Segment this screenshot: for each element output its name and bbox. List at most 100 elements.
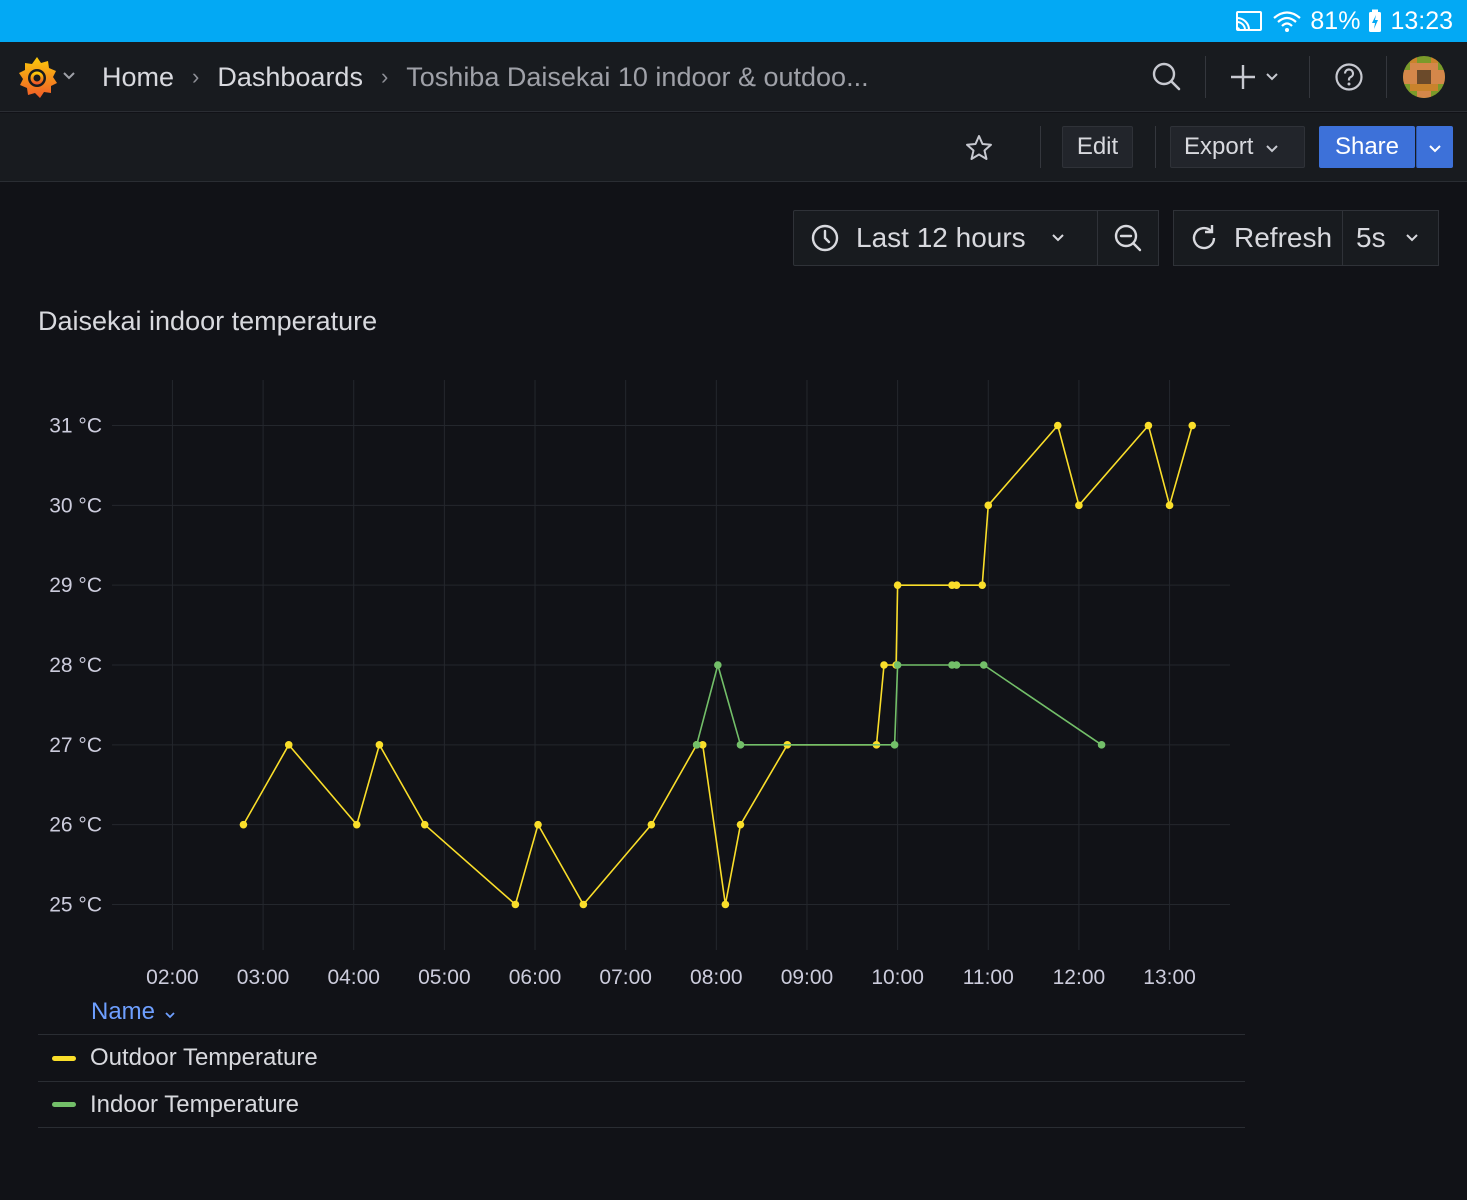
divider — [1386, 56, 1387, 98]
x-tick-label: 05:00 — [418, 966, 471, 989]
data-point — [979, 661, 988, 669]
legend-swatch — [52, 1055, 76, 1061]
share-button[interactable]: Share — [1319, 126, 1415, 168]
divider — [1155, 126, 1156, 168]
chevron-down-icon[interactable] — [62, 68, 76, 86]
data-point — [893, 661, 902, 669]
data-point — [647, 820, 656, 829]
export-label: Export — [1184, 133, 1254, 160]
data-point — [352, 820, 361, 829]
data-point — [880, 661, 888, 669]
data-point — [1188, 421, 1197, 430]
legend-item-outdoor[interactable]: Outdoor Temperature — [38, 1034, 1245, 1081]
data-point — [375, 741, 384, 749]
x-tick-label: 10:00 — [871, 966, 924, 989]
breadcrumb-dashboards[interactable]: Dashboards — [217, 62, 363, 93]
data-point — [692, 741, 701, 749]
system-status-bar: 81% 13:23 — [0, 0, 1467, 42]
user-avatar[interactable] — [1403, 56, 1445, 98]
data-point — [890, 741, 899, 749]
x-tick-label: 02:00 — [146, 966, 199, 989]
legend-label: Outdoor Temperature — [90, 1044, 318, 1071]
time-series-chart[interactable]: 02:00 03:00 04:00 05:00 06:00 07:00 08:00 09:00… — [0, 360, 1260, 990]
breadcrumb-current-dashboard: Toshiba Daisekai 10 indoor & outdoo... — [406, 61, 869, 92]
x-tick-label: 11:00 — [963, 966, 1014, 989]
refresh-button[interactable]: Refresh — [1173, 210, 1343, 266]
data-point — [978, 581, 987, 589]
x-tick-label: 04:00 — [327, 966, 380, 989]
legend-label: Indoor Temperature — [90, 1090, 300, 1118]
legend-swatch — [52, 1102, 76, 1107]
zoom-out-button[interactable] — [1097, 210, 1159, 266]
data-point — [1053, 421, 1062, 430]
wifi-icon — [1272, 9, 1302, 33]
help-icon[interactable] — [1334, 62, 1364, 97]
y-tick-label: 28 °C — [49, 654, 102, 677]
data-point — [952, 661, 961, 669]
data-point — [420, 820, 429, 829]
breadcrumb-home[interactable]: Home — [102, 62, 174, 93]
y-tick-label: 27 °C — [49, 734, 102, 757]
chevron-down-icon — [1404, 233, 1420, 243]
data-point — [736, 741, 745, 749]
divider — [1205, 56, 1206, 98]
refresh-interval-value: 5s — [1356, 222, 1386, 253]
refresh-icon — [1188, 222, 1220, 254]
y-tick-label: 31 °C — [49, 415, 102, 438]
x-tick-label: 08:00 — [690, 966, 743, 989]
zoom-out-icon — [1113, 223, 1143, 253]
y-tick-label: 30 °C — [49, 494, 102, 517]
data-point — [893, 581, 902, 589]
chevron-down-icon — [1050, 233, 1066, 243]
grafana-logo-icon[interactable] — [14, 54, 60, 100]
y-tick-label: 25 °C — [49, 893, 102, 916]
data-point — [579, 900, 588, 909]
star-icon[interactable] — [964, 133, 994, 168]
export-button[interactable]: Export — [1170, 126, 1305, 168]
legend-header-label: Name — [91, 998, 156, 1025]
data-point — [736, 820, 745, 829]
data-point — [1165, 501, 1174, 510]
y-tick-label: 26 °C — [49, 814, 102, 837]
chevron-down-icon — [165, 1012, 175, 1019]
y-tick-label: 29 °C — [49, 574, 102, 597]
edit-button[interactable]: Edit — [1062, 126, 1133, 168]
x-tick-label: 07:00 — [599, 966, 652, 989]
chevron-down-icon — [1265, 133, 1279, 161]
data-point — [1144, 421, 1153, 430]
dashboard-toolbar: Edit Export Share — [0, 113, 1467, 182]
status-icons: 81% 13:23 — [1234, 6, 1453, 36]
clock-icon — [810, 223, 840, 253]
data-point — [284, 741, 293, 749]
data-point — [1097, 741, 1106, 749]
x-tick-label: 12:00 — [1053, 966, 1106, 989]
x-tick-label: 06:00 — [509, 966, 562, 989]
legend-item-indoor[interactable]: Indoor Temperature — [38, 1081, 1245, 1128]
chevron-down-icon — [1428, 133, 1442, 161]
time-range-label: Last 12 hours — [856, 222, 1026, 253]
data-point — [534, 820, 542, 829]
add-new-button[interactable] — [1230, 62, 1286, 97]
cast-icon — [1234, 9, 1264, 33]
refresh-interval-picker[interactable]: 5s — [1342, 210, 1439, 266]
legend-sort-header[interactable]: Name — [91, 998, 176, 1026]
panel-title[interactable]: Daisekai indoor temperature — [38, 306, 377, 337]
data-point — [984, 501, 993, 510]
top-navigation: Home › Dashboards › Toshiba Daisekai 10 … — [0, 42, 1467, 112]
share-dropdown-button[interactable] — [1416, 126, 1453, 168]
chevron-right-icon: › — [192, 64, 200, 89]
data-point — [952, 581, 961, 589]
chevron-right-icon: › — [380, 64, 389, 89]
series-line — [695, 664, 1103, 746]
divider — [1309, 56, 1310, 98]
data-point — [1075, 501, 1083, 510]
data-point — [239, 820, 248, 829]
search-icon[interactable] — [1150, 60, 1182, 97]
divider — [1040, 126, 1041, 168]
data-point — [721, 900, 730, 909]
time-range-picker[interactable]: Last 12 hours — [793, 210, 1098, 266]
breadcrumb: Home › Dashboards › Toshiba Daisekai 10 … — [102, 42, 869, 112]
battery-percent: 81% — [1310, 6, 1361, 35]
data-point — [511, 900, 520, 909]
x-tick-label: 13:00 — [1143, 966, 1196, 989]
